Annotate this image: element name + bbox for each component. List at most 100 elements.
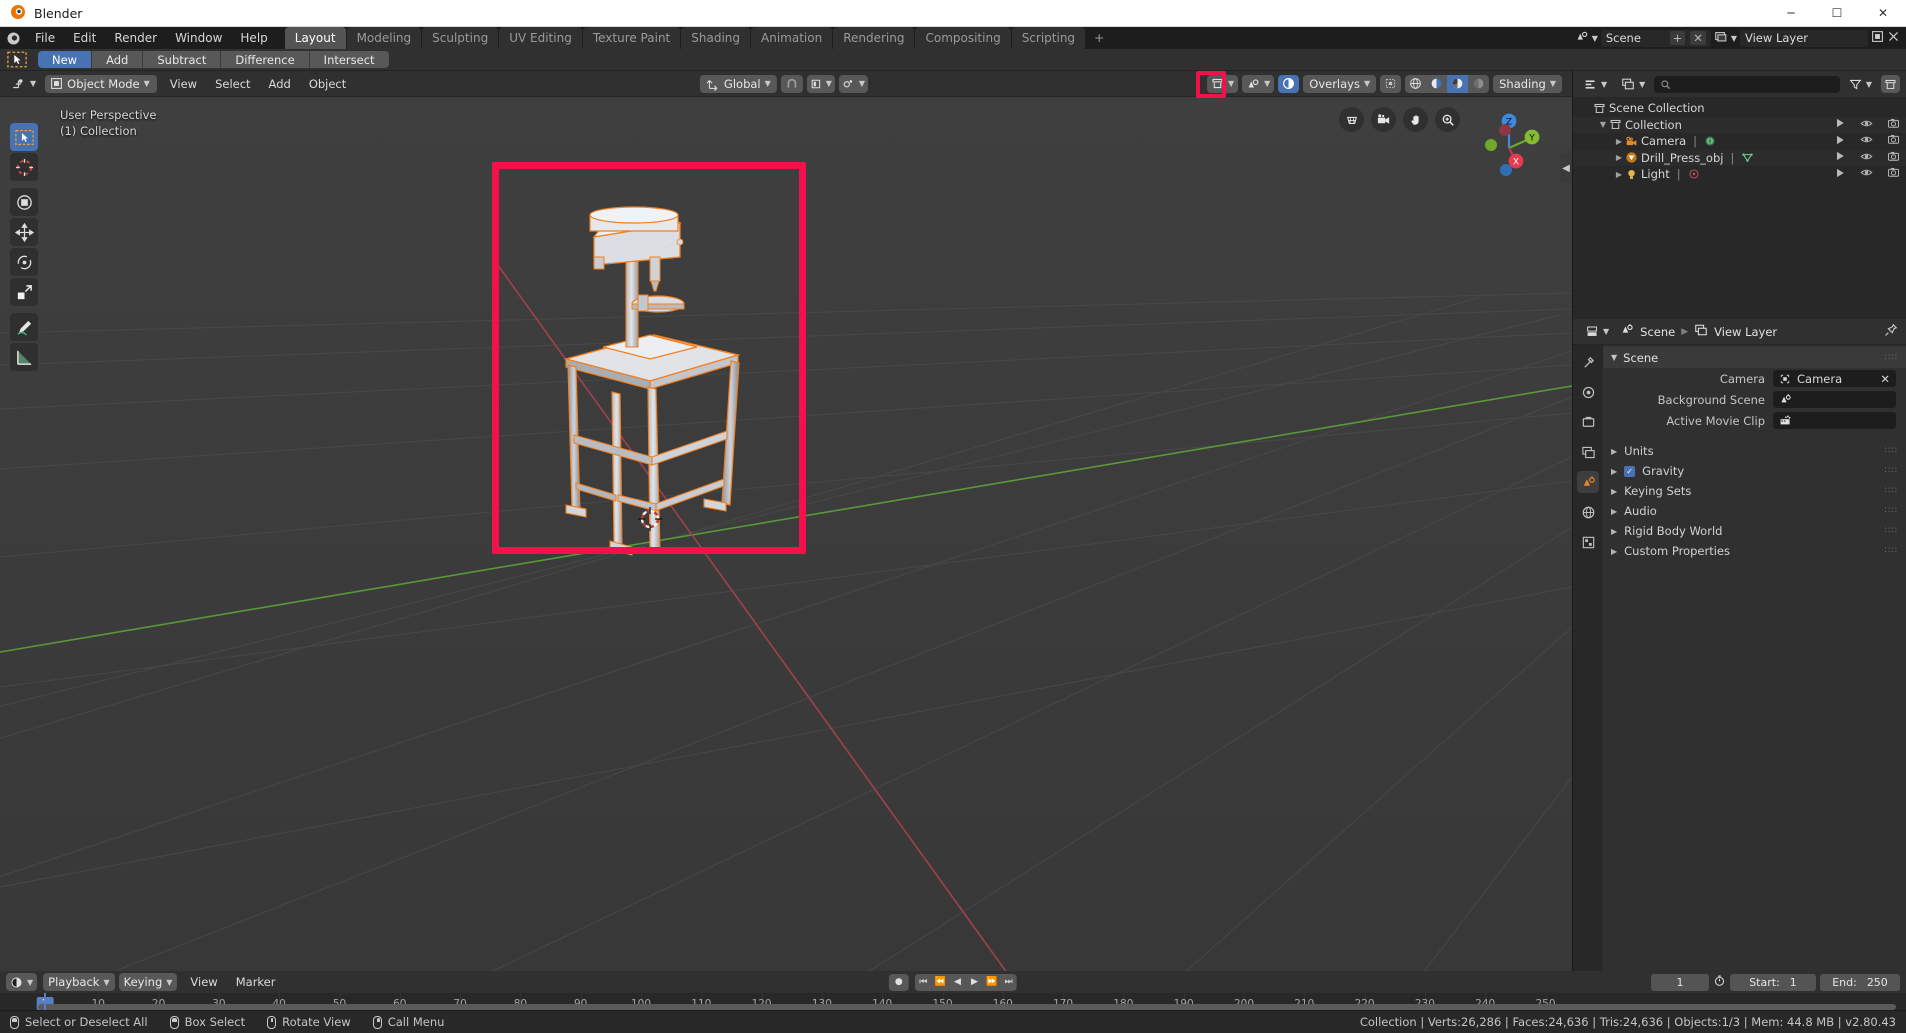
view-layer-chevron-icon[interactable]: ▼: [1731, 34, 1737, 43]
visibility-gizmo-selector[interactable]: ▼: [1242, 75, 1274, 93]
properties-tab-render[interactable]: [1577, 381, 1599, 403]
workspace-tab-layout[interactable]: Layout: [285, 27, 346, 49]
workspace-tab-uv-editing[interactable]: UV Editing: [499, 27, 582, 49]
overlays-popover[interactable]: Overlays ▼: [1303, 75, 1376, 93]
subpanel-gravity[interactable]: ▶✓Gravity∷∷: [1603, 461, 1906, 481]
transform-orientation-selector[interactable]: Global ▼: [700, 75, 777, 93]
blender-logo-icon[interactable]: [0, 27, 26, 49]
frame-start-field[interactable]: Start: 1: [1730, 974, 1816, 991]
view-layer-name-field[interactable]: View Layer: [1740, 30, 1868, 47]
menu-file[interactable]: File: [26, 27, 64, 49]
workspace-tab-texture-paint[interactable]: Texture Paint: [583, 27, 680, 49]
window-close-button[interactable]: ✕: [1860, 0, 1906, 27]
scene-name-field[interactable]: Scene + ✕: [1601, 30, 1711, 47]
workspace-tab-modeling[interactable]: Modeling: [347, 27, 422, 49]
scene-browse-icon[interactable]: [1575, 30, 1589, 47]
subpanel-units[interactable]: ▶Units∷∷: [1603, 441, 1906, 461]
outliner-row-scene-collection[interactable]: Scene Collection: [1573, 100, 1906, 117]
zoom-view-icon[interactable]: [1435, 107, 1460, 132]
outliner-row-light[interactable]: ▶Light|: [1573, 166, 1906, 183]
workspace-tab-scripting[interactable]: Scripting: [1012, 27, 1085, 49]
workspace-tab-rendering[interactable]: Rendering: [833, 27, 914, 49]
pivot-point-selector[interactable]: ▼: [839, 75, 868, 93]
auto-keying-button[interactable]: ●: [889, 974, 909, 991]
breadcrumb-view-layer-label[interactable]: View Layer: [1714, 325, 1777, 339]
restrict-select-icon[interactable]: [1834, 117, 1846, 132]
timeline-menu-view[interactable]: View: [181, 973, 226, 991]
disable-in-renders-icon[interactable]: [1887, 133, 1900, 149]
disable-in-renders-icon[interactable]: [1887, 166, 1900, 182]
pan-view-icon[interactable]: [1403, 107, 1428, 132]
workspace-tab-shading[interactable]: Shading: [681, 27, 750, 49]
tool-measure[interactable]: [10, 343, 38, 371]
property-value-field[interactable]: Camera✕: [1773, 370, 1896, 387]
mesh-data-icon[interactable]: [1741, 151, 1754, 164]
timeline-menu-playback[interactable]: Playback▼: [43, 973, 114, 991]
restrict-select-icon[interactable]: [1834, 150, 1846, 165]
menu-edit[interactable]: Edit: [64, 27, 105, 49]
workspace-tab-animation[interactable]: Animation: [751, 27, 832, 49]
tool-annotate[interactable]: [10, 313, 38, 341]
viewport-sidebar-toggle[interactable]: ◀: [1560, 153, 1572, 183]
restrict-select-icon[interactable]: [1834, 167, 1846, 182]
menu-window[interactable]: Window: [166, 27, 231, 49]
boolean-difference-button[interactable]: Difference: [221, 51, 309, 68]
tool-select-box[interactable]: [10, 123, 38, 151]
timeline-menu-marker[interactable]: Marker: [227, 973, 285, 991]
view-layer-browse-icon[interactable]: [1714, 30, 1728, 47]
frame-end-field[interactable]: End: 250: [1820, 974, 1900, 991]
shading-wireframe-button[interactable]: [1405, 75, 1426, 93]
disable-in-renders-icon[interactable]: [1887, 117, 1900, 133]
add-workspace-button[interactable]: +: [1086, 27, 1112, 49]
pin-id-icon[interactable]: [1884, 323, 1898, 340]
menu-help[interactable]: Help: [231, 27, 276, 49]
viewport-menu-add[interactable]: Add: [260, 75, 300, 93]
timeline-editor-type-selector[interactable]: ▼: [6, 973, 37, 991]
expand-triangle-icon[interactable]: ▶: [1613, 137, 1625, 146]
scene-chevron-icon[interactable]: ▼: [1592, 34, 1598, 43]
outliner-display-mode-selector[interactable]: ▼: [1616, 75, 1650, 93]
clear-value-icon[interactable]: ✕: [1880, 372, 1890, 386]
tool-scale[interactable]: [10, 278, 38, 306]
subpanel-rigid-body-world[interactable]: ▶Rigid Body World∷∷: [1603, 521, 1906, 541]
add-view-layer-icon[interactable]: [1871, 30, 1884, 46]
camera-data-icon[interactable]: [1704, 135, 1716, 147]
properties-editor-type-selector[interactable]: ▼: [1581, 323, 1614, 341]
properties-tab-view-layer[interactable]: [1577, 441, 1599, 463]
light-data-icon[interactable]: [1688, 168, 1700, 180]
jump-to-end-button[interactable]: ⏭: [1000, 974, 1017, 991]
boolean-intersect-button[interactable]: Intersect: [310, 51, 389, 68]
property-value-field[interactable]: [1773, 391, 1896, 408]
shading-rendered-button[interactable]: [1468, 75, 1489, 93]
viewport-axis-gizmo[interactable]: Z Y X: [1466, 105, 1550, 189]
unlink-scene-icon[interactable]: ✕: [1690, 31, 1706, 45]
new-scene-icon[interactable]: +: [1670, 31, 1686, 45]
tool-rotate[interactable]: [10, 248, 38, 276]
viewport-menu-object[interactable]: Object: [300, 75, 355, 93]
expand-triangle-icon[interactable]: ▶: [1613, 170, 1625, 179]
outliner-search-input[interactable]: [1654, 76, 1840, 93]
hide-in-viewport-icon[interactable]: [1860, 117, 1873, 133]
shading-popover[interactable]: Shading ▼: [1493, 75, 1562, 93]
disable-in-renders-icon[interactable]: [1887, 150, 1900, 166]
viewport-menu-view[interactable]: View: [161, 75, 206, 93]
editor-type-selector[interactable]: ▼: [6, 75, 41, 93]
outliner-row-camera[interactable]: ▶Camera|: [1573, 133, 1906, 150]
subpanel-keying-sets[interactable]: ▶Keying Sets∷∷: [1603, 481, 1906, 501]
tool-tweak[interactable]: [10, 188, 38, 216]
scene-panel-header[interactable]: ▼ Scene ∷∷: [1603, 347, 1906, 368]
restrict-select-icon[interactable]: [1834, 134, 1846, 149]
outliner-new-collection-icon[interactable]: [1881, 75, 1900, 93]
toggle-orthographic-icon[interactable]: [1339, 107, 1364, 132]
timeline-scrollbar[interactable]: [0, 1003, 1906, 1010]
boolean-new-button[interactable]: New: [38, 51, 92, 68]
current-frame-field[interactable]: 1: [1651, 974, 1709, 991]
properties-tab-output[interactable]: [1577, 411, 1599, 433]
previous-keyframe-button[interactable]: ⏪: [932, 974, 949, 991]
tool-cursor[interactable]: [10, 153, 38, 181]
subpanel-audio[interactable]: ▶Audio∷∷: [1603, 501, 1906, 521]
properties-tab-world[interactable]: [1577, 501, 1599, 523]
expand-triangle-icon[interactable]: ▶: [1613, 153, 1625, 162]
use-preview-range-icon[interactable]: [1713, 974, 1726, 990]
workspace-tab-sculpting[interactable]: Sculpting: [422, 27, 498, 49]
